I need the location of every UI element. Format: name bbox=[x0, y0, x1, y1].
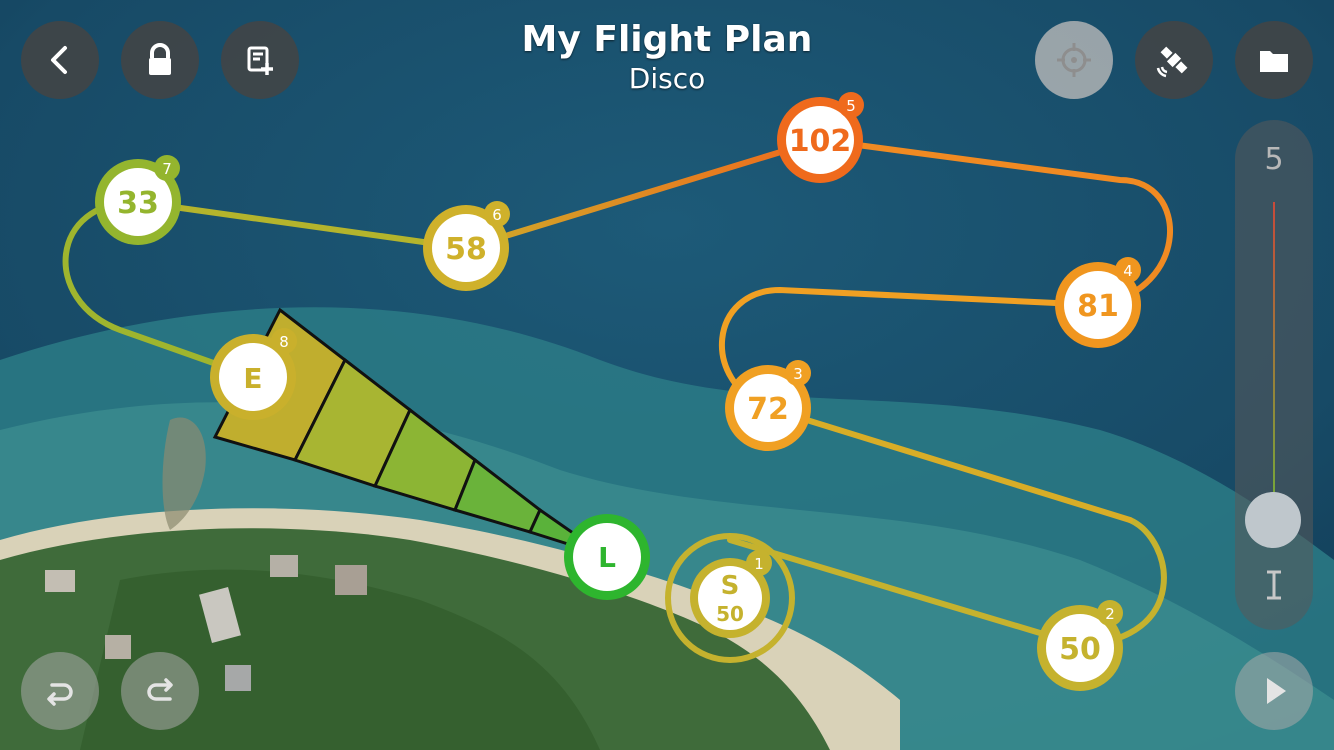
waypoint-7-index: 7 bbox=[162, 160, 172, 178]
locate-button[interactable] bbox=[1035, 21, 1113, 99]
waypoint-5-label: 102 bbox=[789, 124, 852, 159]
waypoint-2-index: 2 bbox=[1105, 605, 1115, 623]
lock-button[interactable] bbox=[121, 21, 199, 99]
undo-button[interactable] bbox=[21, 652, 99, 730]
header: My Flight Plan Disco bbox=[467, 18, 867, 96]
altitude-slider-thumb[interactable] bbox=[1245, 492, 1301, 548]
satellite-map[interactable] bbox=[0, 0, 1334, 750]
page-subtitle: Disco bbox=[628, 62, 706, 95]
page-title: My Flight Plan bbox=[521, 19, 813, 60]
redo-button[interactable] bbox=[121, 652, 199, 730]
satellite-icon bbox=[1156, 46, 1188, 78]
waypoint-4-index: 4 bbox=[1123, 262, 1133, 280]
waypoint-1-label: S bbox=[721, 571, 740, 601]
waypoint-3-index: 3 bbox=[793, 365, 803, 383]
folder-icon bbox=[1260, 51, 1288, 72]
play-button[interactable] bbox=[1235, 652, 1313, 730]
redo-icon bbox=[147, 678, 173, 701]
landing-point[interactable]: L bbox=[564, 514, 650, 600]
altitude-value: 5 bbox=[1264, 142, 1284, 177]
waypoint-2-label: 50 bbox=[1059, 632, 1101, 667]
note-add-icon bbox=[247, 46, 273, 75]
waypoint-6-label: 58 bbox=[445, 232, 487, 267]
waypoint-8-index: 8 bbox=[279, 333, 289, 351]
waypoint-1-altitude: 50 bbox=[716, 602, 744, 626]
waypoint-3-label: 72 bbox=[747, 392, 789, 427]
satellite-view-button[interactable] bbox=[1135, 21, 1213, 99]
altitude-slider-line bbox=[1273, 202, 1275, 522]
undo-icon bbox=[47, 683, 73, 706]
back-button[interactable] bbox=[21, 21, 99, 99]
landing-label: L bbox=[598, 541, 616, 574]
crosshair-icon bbox=[1057, 43, 1091, 77]
add-plan-button[interactable] bbox=[221, 21, 299, 99]
play-icon bbox=[1267, 678, 1286, 704]
chevron-left-icon bbox=[51, 46, 67, 74]
waypoint-6-index: 6 bbox=[492, 206, 502, 224]
waypoint-7-label: 33 bbox=[117, 186, 159, 221]
waypoint-5-index: 5 bbox=[846, 97, 856, 115]
waypoint-4-label: 81 bbox=[1077, 289, 1119, 324]
altitude-icon bbox=[1267, 570, 1281, 600]
altitude-slider[interactable]: 5 bbox=[1235, 120, 1313, 630]
waypoint-8-label: E bbox=[243, 362, 262, 395]
lock-icon bbox=[149, 43, 171, 75]
waypoint-1-index: 1 bbox=[754, 555, 764, 573]
folder-button[interactable] bbox=[1235, 21, 1313, 99]
